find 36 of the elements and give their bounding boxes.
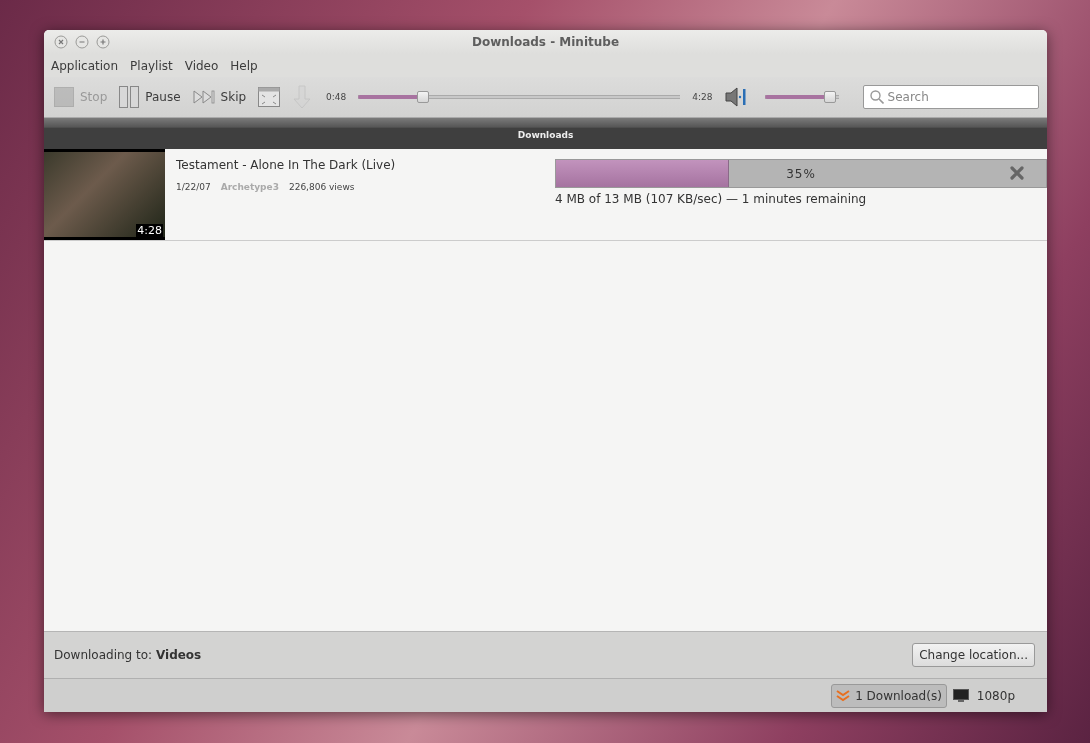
video-date: 1/22/07 [176, 182, 211, 192]
skip-icon [192, 90, 215, 104]
change-location-button[interactable]: Change location... [912, 643, 1035, 667]
header-title: Downloads [517, 130, 574, 140]
close-icon[interactable] [54, 35, 68, 49]
menu-item[interactable]: Video [184, 58, 219, 73]
chevron-down-icon [836, 689, 851, 702]
video-thumbnail[interactable]: 4:28 [44, 149, 165, 240]
fullscreen-icon [258, 87, 281, 107]
skip-button[interactable]: Skip [190, 90, 249, 104]
download-status: 4 MB of 13 MB (107 KB/sec) — 1 minutes remaining [555, 192, 868, 206]
stop-icon [54, 87, 74, 107]
menu-item[interactable]: Help [230, 58, 258, 73]
duration-label: 4:28 [136, 224, 163, 237]
slider-thumb[interactable] [824, 91, 837, 103]
quality-label[interactable]: 1080p [976, 688, 1015, 703]
video-title: Testament - Alone In The Dark (Live) [176, 158, 397, 172]
total-time: 4:28 [692, 92, 713, 102]
progress-percent: 35% [786, 166, 816, 181]
search-field[interactable]: Search [862, 85, 1039, 109]
menu-item[interactable]: Application [51, 58, 119, 73]
speaker-icon [724, 87, 747, 107]
cancel-icon[interactable] [1010, 166, 1024, 180]
pause-button[interactable]: Pause [117, 86, 183, 108]
elapsed-time: 0:48 [326, 92, 347, 102]
downloads-button[interactable]: 1 Download(s) [831, 683, 947, 708]
fullscreen-button[interactable] [256, 87, 283, 107]
minimize-icon[interactable] [75, 35, 89, 49]
maximize-icon[interactable] [96, 35, 110, 49]
view-count: 226,806 views [288, 182, 355, 192]
window-title: Downloads - Minitube [471, 35, 620, 49]
monitor-icon [952, 688, 969, 703]
download-location: Downloading to: Videos [54, 648, 202, 662]
menu-item[interactable]: Playlist [130, 58, 173, 73]
pause-icon [119, 86, 140, 108]
slider-thumb[interactable] [417, 91, 430, 103]
